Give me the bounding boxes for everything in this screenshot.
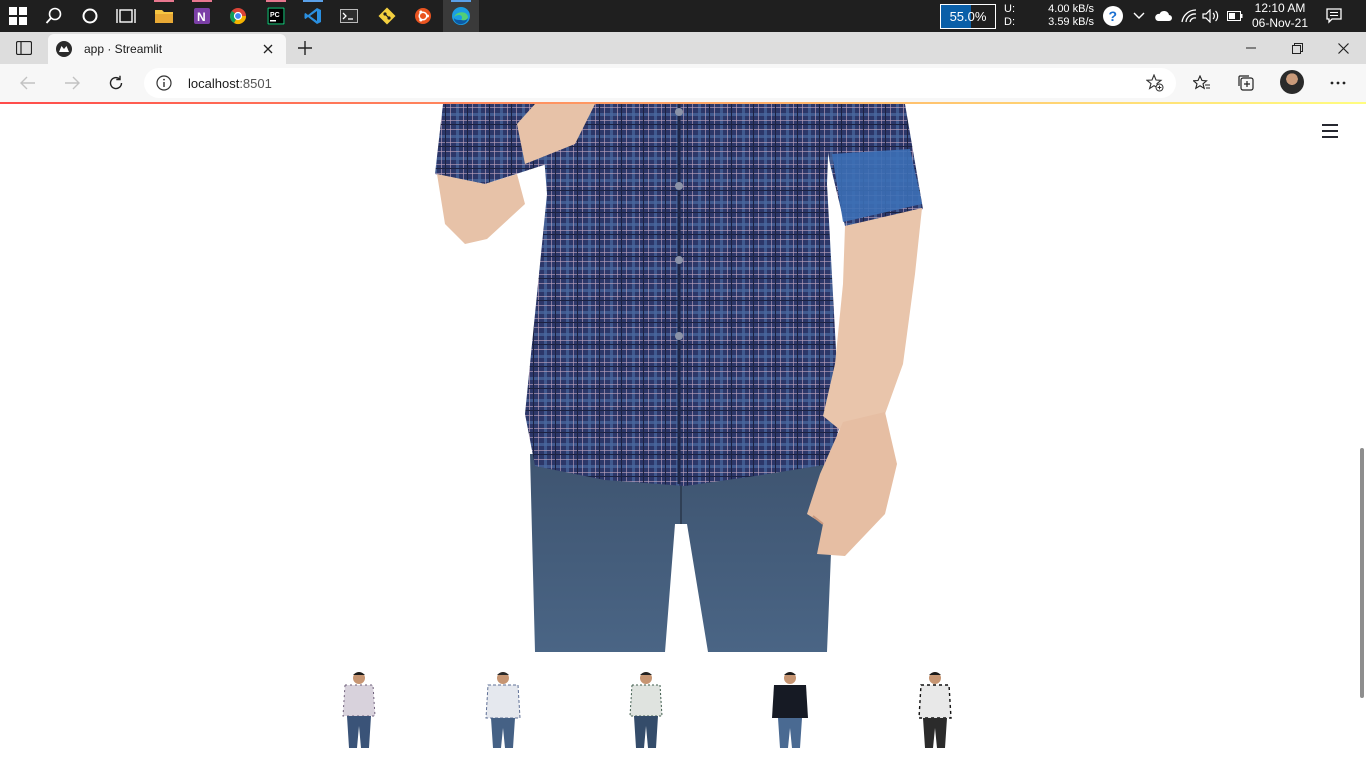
power-battery-icon[interactable] xyxy=(1224,0,1246,32)
streamlit-main xyxy=(0,104,1366,768)
streamlit-favicon-icon xyxy=(56,41,72,57)
vscode-icon[interactable] xyxy=(295,0,331,32)
volume-icon[interactable] xyxy=(1200,0,1222,32)
git-icon[interactable] xyxy=(369,0,405,32)
help-icon[interactable]: ? xyxy=(1100,0,1126,32)
thumbnail-4[interactable] xyxy=(768,670,812,748)
back-icon[interactable] xyxy=(12,67,44,99)
tab-actions-icon[interactable] xyxy=(8,32,40,64)
tab-app-streamlit[interactable]: app · Streamlit xyxy=(48,34,286,64)
hamburger-menu-icon[interactable] xyxy=(1322,124,1338,138)
download-speed: 3.59 kB/s xyxy=(1048,16,1094,28)
minimize-window-icon[interactable] xyxy=(1228,32,1274,64)
onedrive-cloud-icon[interactable] xyxy=(1152,0,1174,32)
svg-text:N: N xyxy=(197,10,206,24)
more-options-icon[interactable] xyxy=(1322,67,1354,99)
close-tab-icon[interactable] xyxy=(258,39,278,59)
tab-title: app · Streamlit xyxy=(84,42,163,56)
browser-tab-strip: app · Streamlit xyxy=(0,32,1366,64)
url-text[interactable]: localhost:8501 xyxy=(188,76,272,91)
thumbnail-3[interactable] xyxy=(624,670,668,748)
windows-taskbar: N PC 55.0% U: 4.00 kB/s D: 3.59 kB/s ? 1… xyxy=(0,0,1366,32)
terminal-icon[interactable] xyxy=(331,0,367,32)
wifi-icon[interactable] xyxy=(1178,0,1200,32)
ubuntu-icon[interactable] xyxy=(405,0,441,32)
refresh-icon[interactable] xyxy=(100,67,132,99)
svg-text:?: ? xyxy=(1109,8,1118,24)
profile-avatar[interactable] xyxy=(1280,70,1304,94)
clock-date: 06-Nov-21 xyxy=(1251,16,1309,30)
thumbnail-5[interactable] xyxy=(913,670,957,748)
collections-icon[interactable] xyxy=(1230,67,1262,99)
address-bar[interactable]: localhost:8501 xyxy=(144,68,1176,98)
battery-percent: 55.0% xyxy=(949,9,987,24)
add-favorite-icon[interactable] xyxy=(1145,73,1164,97)
upload-speed: 4.00 kB/s xyxy=(1048,3,1094,15)
cortana-icon[interactable] xyxy=(72,0,108,32)
edge-icon[interactable] xyxy=(443,0,479,32)
browser-toolbar: localhost:8501 xyxy=(0,64,1366,102)
thumbnail-2[interactable] xyxy=(481,670,525,748)
clock-time: 12:10 AM xyxy=(1254,1,1306,15)
task-view-icon[interactable] xyxy=(108,0,144,32)
svg-text:PC: PC xyxy=(270,12,280,19)
main-product-image xyxy=(435,104,923,652)
system-clock[interactable]: 12:10 AM 06-Nov-21 xyxy=(1246,1,1314,31)
page-scrollbar[interactable] xyxy=(1360,448,1364,698)
pycharm-icon[interactable]: PC xyxy=(258,0,294,32)
url-host: localhost xyxy=(188,76,240,91)
search-icon[interactable] xyxy=(36,0,72,32)
onenote-icon[interactable]: N xyxy=(184,0,220,32)
notifications-icon[interactable] xyxy=(1320,0,1348,32)
upload-label: U: xyxy=(1004,3,1015,15)
download-label: D: xyxy=(1004,16,1015,28)
forward-icon[interactable] xyxy=(56,67,88,99)
thumbnail-1[interactable] xyxy=(337,670,381,748)
favorites-icon[interactable] xyxy=(1186,67,1218,99)
file-explorer-icon[interactable] xyxy=(146,0,182,32)
battery-indicator[interactable]: 55.0% xyxy=(940,4,996,29)
new-tab-icon[interactable] xyxy=(289,32,321,64)
network-speed-meter: U: 4.00 kB/s D: 3.59 kB/s xyxy=(1004,3,1094,29)
chrome-icon[interactable] xyxy=(220,0,256,32)
windows-start-icon[interactable] xyxy=(0,0,36,32)
url-port: :8501 xyxy=(239,76,272,91)
restore-window-icon[interactable] xyxy=(1274,32,1320,64)
chevron-up-icon[interactable] xyxy=(1128,0,1150,32)
site-info-icon[interactable] xyxy=(156,75,172,96)
close-window-icon[interactable] xyxy=(1320,32,1366,64)
